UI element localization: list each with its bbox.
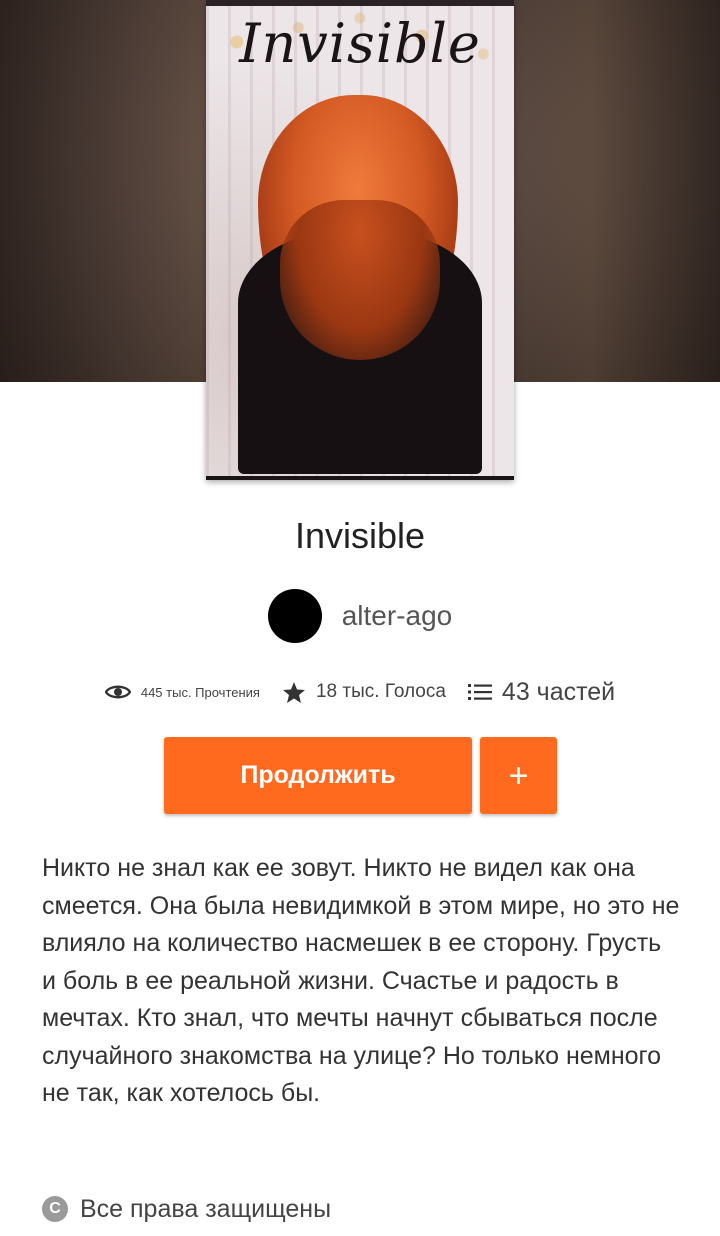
copyright-icon: C [42,1196,68,1222]
reads-count: 445 тыс. Прочтения [140,684,260,700]
star-icon [282,681,306,704]
story-description: Никто не знал как ее зовут. Никто не вид… [42,854,680,1107]
copyright-label: Все права защищены [80,1194,332,1223]
copyright-row: C Все права защищены [42,1190,331,1228]
story-actions: Продолжить + [164,737,557,814]
add-to-library-button[interactable]: + [480,737,557,814]
reads-stat: 445 тыс. Прочтения [104,683,260,701]
votes-count: 18 тыс. Голоса [315,681,446,702]
story-title: Invisible [294,515,426,556]
continue-reading-button[interactable]: Продолжить [164,737,472,814]
eye-icon [104,683,131,701]
author-name[interactable]: alter-ago [342,600,453,632]
parts-count[interactable]: 43 частей [502,678,615,707]
author-row[interactable]: alter-ago [0,588,720,644]
cover-figure-hair-front [280,200,440,360]
cover-title-art: Invisible [239,12,481,75]
story-stats: 445 тыс. Прочтения 18 тыс. Голоса 43 час… [0,672,720,712]
list-icon [467,682,492,702]
votes-stat: 18 тыс. Голоса [282,681,446,704]
book-cover[interactable]: Invisible [206,0,514,480]
parts-stat[interactable]: 43 частей [467,678,615,707]
cover-bottom-border [206,476,514,480]
author-avatar[interactable] [267,589,322,643]
cover-top-border [206,0,514,6]
